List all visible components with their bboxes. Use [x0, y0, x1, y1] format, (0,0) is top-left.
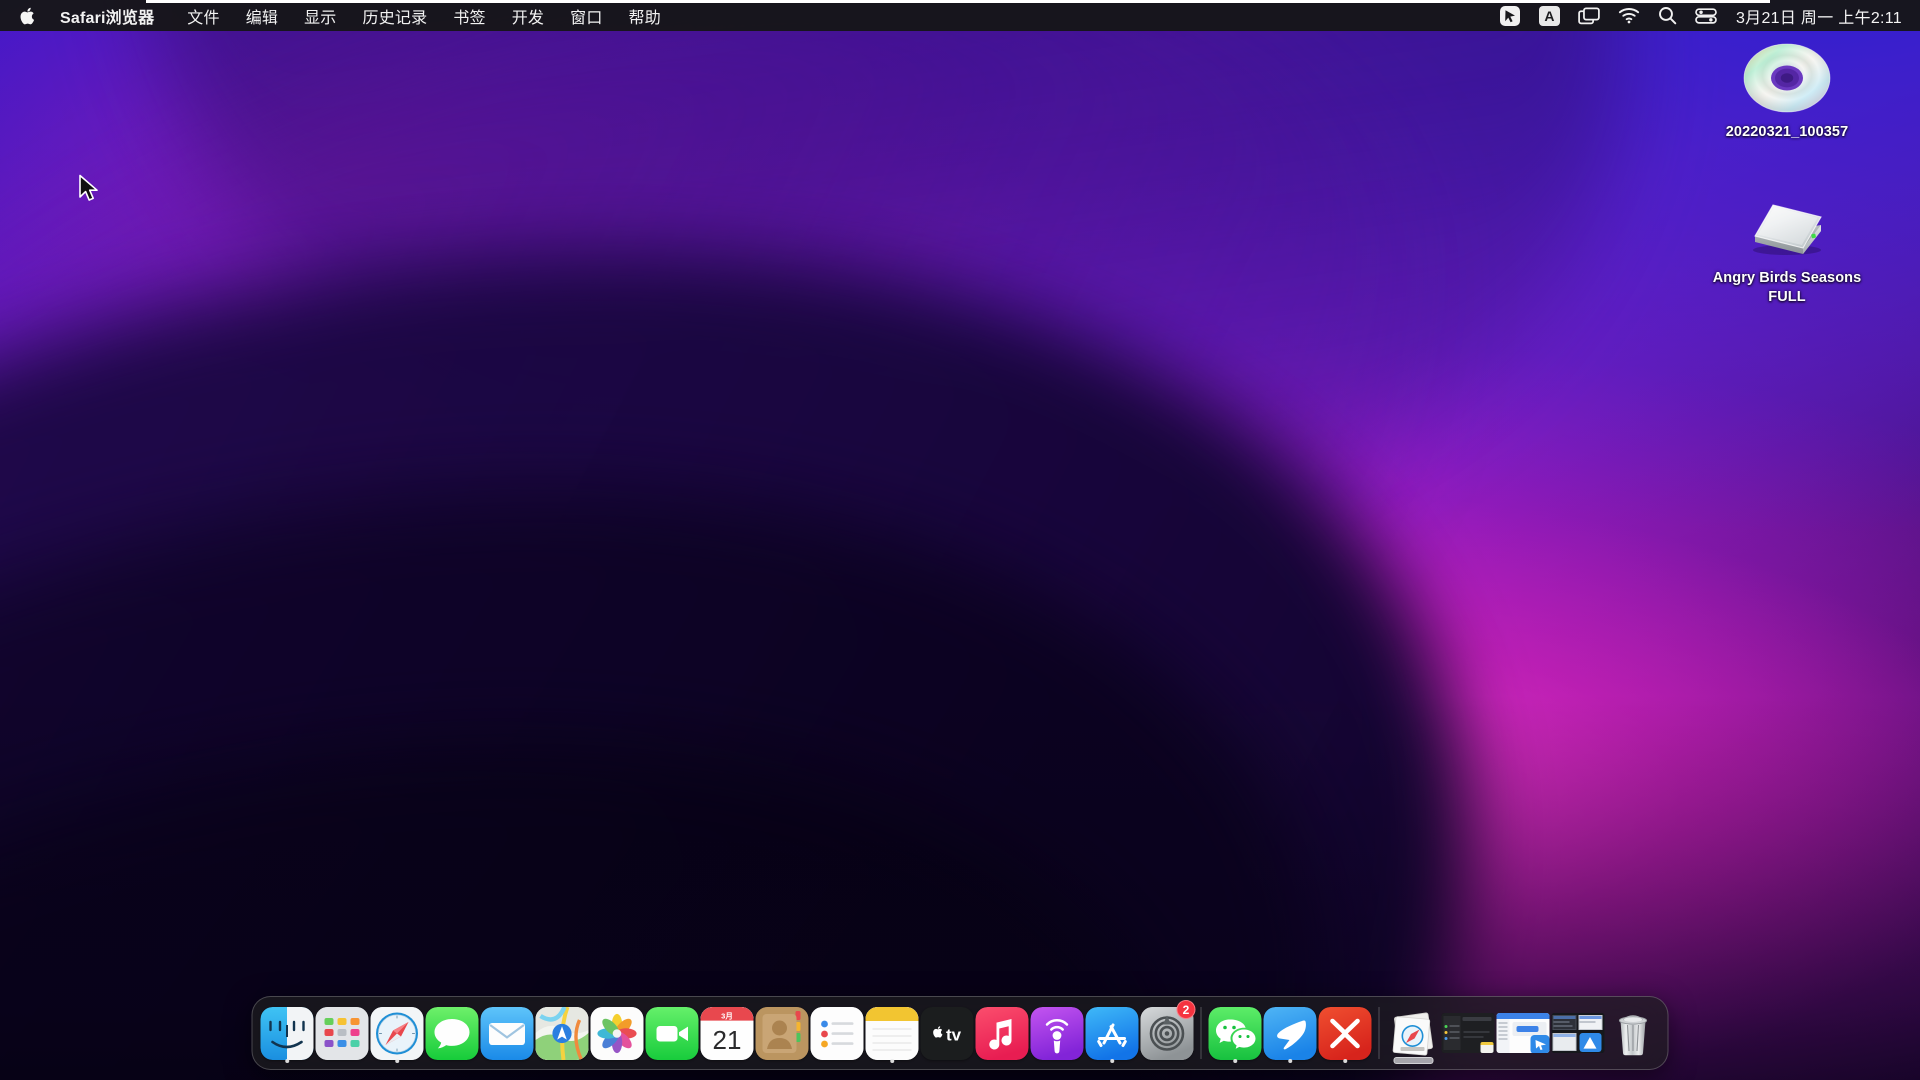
dock-item-minimized-window-2[interactable] [1496, 1002, 1551, 1064]
system-preferences-badge: 2 [1176, 1000, 1196, 1019]
menu-bar-status-area: A 3月21日 周一 上午2:11 [1490, 0, 1920, 31]
control-center-icon[interactable] [1686, 0, 1726, 31]
dock-item-minimized-window-3[interactable] [1551, 1002, 1606, 1064]
desktop-icon-optical-disc[interactable]: 20220321_100357 [1712, 36, 1862, 142]
dock-item-safari[interactable] [370, 1002, 425, 1064]
dock-item-system-preferences[interactable]: 2 [1140, 1000, 1196, 1064]
dock-item-xmind[interactable] [1318, 1002, 1373, 1064]
appletv-label: tv [946, 1025, 962, 1044]
menu-item-view[interactable]: 显示 [291, 0, 349, 31]
dock-item-messages[interactable] [425, 1002, 480, 1064]
dock-item-dingtalk[interactable] [1263, 1002, 1318, 1064]
dock-item-podcasts[interactable] [1030, 1002, 1085, 1064]
menu-item-window[interactable]: 窗口 [557, 0, 615, 31]
dock-item-reminders[interactable] [810, 1002, 865, 1064]
menu-item-develop[interactable]: 开发 [499, 0, 557, 31]
menu-item-file[interactable]: 文件 [174, 0, 232, 31]
shortcuts-arrow-icon[interactable] [1490, 0, 1530, 31]
menu-item-edit[interactable]: 编辑 [233, 0, 291, 31]
screen-top-artifact-line [146, 0, 1770, 3]
input-source-label: A [1538, 5, 1560, 26]
window-thumbnail [1496, 1013, 1550, 1053]
dock-item-finder[interactable] [260, 1002, 315, 1064]
wifi-icon[interactable] [1609, 0, 1649, 31]
dock-item-trash[interactable] [1606, 1002, 1661, 1064]
input-source-icon[interactable]: A [1530, 0, 1569, 31]
desktop-icon-external-drive[interactable]: Angry Birds Seasons FULL [1712, 182, 1862, 307]
calendar-day: 21 [713, 1025, 742, 1055]
dock-item-photos[interactable] [590, 1002, 645, 1064]
dock-item-calendar[interactable]: 3月 21 [700, 1002, 755, 1064]
dock-item-appstore[interactable] [1085, 1002, 1140, 1064]
running-indicator [1232, 1058, 1238, 1063]
dock-item-facetime[interactable] [645, 1002, 700, 1064]
menu-item-bookmarks[interactable]: 书签 [440, 0, 498, 31]
external-drive-icon [1741, 182, 1833, 264]
dock-item-minimized-window-1[interactable] [1441, 1002, 1496, 1064]
menu-item-help[interactable]: 帮助 [616, 0, 674, 31]
mouse-pointer [78, 174, 100, 209]
spotlight-search-icon[interactable] [1649, 0, 1686, 31]
apple-logo-icon[interactable] [0, 0, 46, 31]
dock-separator-1 [1200, 1007, 1202, 1059]
menu-bar-clock[interactable]: 3月21日 周一 上午2:11 [1726, 0, 1906, 31]
dock-item-mail[interactable] [480, 1002, 535, 1064]
desktop-icon-label: Angry Birds Seasons FULL [1712, 270, 1862, 306]
window-thumbnail [1551, 1013, 1605, 1053]
menu-bar: Safari浏览器 文件 编辑 显示 历史记录 书签 开发 窗口 帮助 A 3月… [0, 0, 1920, 31]
stack-indicator-bar [1393, 1057, 1433, 1064]
desktop-screen: Safari浏览器 文件 编辑 显示 历史记录 书签 开发 窗口 帮助 A 3月… [0, 0, 1920, 1080]
dock-item-launchpad[interactable] [315, 1002, 370, 1064]
dock-item-notes[interactable] [865, 1002, 920, 1064]
running-indicator [394, 1058, 400, 1063]
dock-separator-2 [1378, 1007, 1380, 1059]
running-indicator [284, 1058, 290, 1063]
running-indicator [1342, 1058, 1348, 1063]
window-thumbnail [1441, 1013, 1495, 1053]
menu-app-name[interactable]: Safari浏览器 [46, 0, 174, 31]
dock: 3月 21 tv 2 [251, 996, 1669, 1070]
running-indicator [1287, 1058, 1293, 1063]
dock-item-maps[interactable] [535, 1002, 590, 1064]
running-indicator [1109, 1058, 1115, 1063]
desktop-icon-label: 20220321_100357 [1725, 124, 1849, 140]
dock-item-wechat[interactable] [1208, 1002, 1263, 1064]
calendar-month: 3月 [721, 1011, 733, 1020]
menu-item-history[interactable]: 历史记录 [350, 0, 441, 31]
optical-disc-icon [1742, 36, 1832, 118]
dock-item-contacts[interactable] [755, 1002, 810, 1064]
dock-item-music[interactable] [975, 1002, 1030, 1064]
dock-item-downloads-stack[interactable] [1386, 1002, 1441, 1064]
desktop-wallpaper [0, 0, 1920, 1080]
running-indicator [889, 1058, 895, 1063]
screen-mirroring-icon[interactable] [1569, 0, 1609, 31]
dock-item-appletv[interactable]: tv [920, 1002, 975, 1064]
